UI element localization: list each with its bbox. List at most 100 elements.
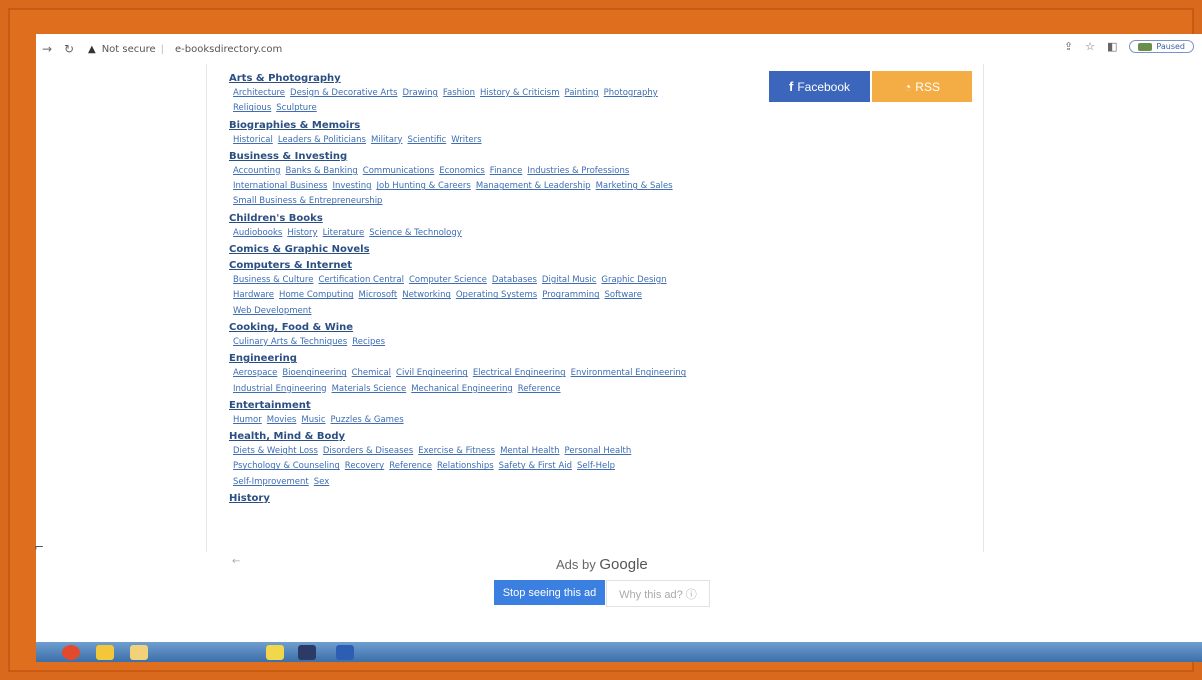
facebook-button[interactable]: f Facebook bbox=[769, 71, 870, 102]
star-taskbar-icon[interactable] bbox=[266, 645, 284, 660]
subcategory-link[interactable]: Software bbox=[604, 290, 641, 300]
ad-back-icon[interactable]: ← bbox=[232, 556, 240, 567]
category-title-link[interactable]: Arts & Photography bbox=[229, 72, 749, 86]
subcategory-link[interactable]: International Business bbox=[233, 181, 327, 191]
subcategory-link[interactable]: Microsoft bbox=[359, 290, 398, 300]
category-title-link[interactable]: Cooking, Food & Wine bbox=[229, 321, 749, 335]
subcategory-link[interactable]: Business & Culture bbox=[233, 275, 313, 285]
category-title-link[interactable]: Health, Mind & Body bbox=[229, 430, 749, 444]
folder-taskbar-icon[interactable] bbox=[130, 645, 148, 660]
subcategory-link[interactable]: Disorders & Diseases bbox=[323, 446, 413, 456]
chrome-taskbar-icon[interactable] bbox=[62, 645, 80, 660]
subcategory-link[interactable]: Environmental Engineering bbox=[571, 368, 687, 378]
subcategory-link[interactable]: Industrial Engineering bbox=[233, 384, 327, 394]
subcategory-link[interactable]: Certification Central bbox=[318, 275, 404, 285]
subcategory-link[interactable]: Industries & Professions bbox=[527, 166, 629, 176]
subcategory-link[interactable]: Culinary Arts & Techniques bbox=[233, 337, 347, 347]
subcategory-link[interactable]: Writers bbox=[451, 135, 481, 145]
subcategory-link[interactable]: Materials Science bbox=[332, 384, 407, 394]
subcategory-link[interactable]: Audiobooks bbox=[233, 228, 282, 238]
rss-button[interactable]: ◔ RSS bbox=[872, 71, 972, 102]
subcategory-link[interactable]: Databases bbox=[492, 275, 537, 285]
category-title-link[interactable]: Comics & Graphic Novels bbox=[229, 243, 749, 257]
subcategory-link[interactable]: Finance bbox=[490, 166, 523, 176]
share-icon[interactable]: ⇪ bbox=[1064, 40, 1073, 53]
subcategory-link[interactable]: Recovery bbox=[345, 461, 384, 471]
subcategory-link[interactable]: Safety & First Aid bbox=[499, 461, 572, 471]
forward-icon[interactable]: → bbox=[36, 42, 58, 56]
category-title-link[interactable]: Biographies & Memoirs bbox=[229, 119, 749, 133]
subcategory-link[interactable]: Movies bbox=[267, 415, 297, 425]
subcategory-link[interactable]: Exercise & Fitness bbox=[418, 446, 495, 456]
warning-icon[interactable]: ▲ bbox=[88, 44, 96, 55]
subcategory-link[interactable]: Chemical bbox=[352, 368, 391, 378]
subcategory-link[interactable]: Communications bbox=[363, 166, 434, 176]
subcategory-link[interactable]: Painting bbox=[564, 88, 598, 98]
subcategory-link[interactable]: Economics bbox=[439, 166, 485, 176]
category-title-link[interactable]: Computers & Internet bbox=[229, 259, 749, 273]
subcategory-link[interactable]: Religious bbox=[233, 103, 271, 113]
subcategory-link[interactable]: Photography bbox=[604, 88, 658, 98]
subcategory-link[interactable]: Hardware bbox=[233, 290, 274, 300]
subcategory-link[interactable]: Management & Leadership bbox=[476, 181, 591, 191]
subcategory-link[interactable]: Investing bbox=[332, 181, 371, 191]
subcategory-link[interactable]: Architecture bbox=[233, 88, 285, 98]
subcategory-link[interactable]: Leaders & Politicians bbox=[278, 135, 366, 145]
subcategory-link[interactable]: Sculpture bbox=[276, 103, 316, 113]
subcategory-link[interactable]: Psychology & Counseling bbox=[233, 461, 340, 471]
subcategory-link[interactable]: Self-Improvement bbox=[233, 477, 309, 487]
subcategory-link[interactable]: Marketing & Sales bbox=[596, 181, 673, 191]
category-title-link[interactable]: Entertainment bbox=[229, 399, 749, 413]
subcategory-link[interactable]: Diets & Weight Loss bbox=[233, 446, 318, 456]
app-taskbar-icon[interactable] bbox=[96, 645, 114, 660]
subcategory-link[interactable]: Aerospace bbox=[233, 368, 277, 378]
category-title-link[interactable]: Business & Investing bbox=[229, 150, 749, 164]
category-title-link[interactable]: History bbox=[229, 492, 749, 506]
subcategory-link[interactable]: Home Computing bbox=[279, 290, 353, 300]
subcategory-link[interactable]: Military bbox=[371, 135, 403, 145]
subcategory-link[interactable]: Self-Help bbox=[577, 461, 615, 471]
subcategory-link[interactable]: Fashion bbox=[443, 88, 475, 98]
subcategory-link[interactable]: Mechanical Engineering bbox=[411, 384, 513, 394]
category-title-link[interactable]: Engineering bbox=[229, 352, 749, 366]
security-label[interactable]: Not secure bbox=[102, 44, 156, 55]
subcategory-link[interactable]: Reference bbox=[389, 461, 432, 471]
subcategory-link[interactable]: History & Criticism bbox=[480, 88, 560, 98]
subcategory-link[interactable]: Operating Systems bbox=[456, 290, 537, 300]
subcategory-link[interactable]: Web Development bbox=[233, 306, 311, 316]
subcategory-link[interactable]: Historical bbox=[233, 135, 273, 145]
subcategory-link[interactable]: Science & Technology bbox=[369, 228, 462, 238]
subcategory-link[interactable]: Computer Science bbox=[409, 275, 487, 285]
category-title-link[interactable]: Children's Books bbox=[229, 212, 749, 226]
subcategory-link[interactable]: Programming bbox=[542, 290, 599, 300]
subcategory-link[interactable]: Music bbox=[301, 415, 325, 425]
stop-seeing-ad-button[interactable]: Stop seeing this ad bbox=[494, 580, 605, 605]
subcategory-link[interactable]: History bbox=[287, 228, 317, 238]
subcategory-link[interactable]: Bioengineering bbox=[282, 368, 346, 378]
window-taskbar-icon[interactable] bbox=[298, 645, 316, 660]
address-bar[interactable]: e-booksdirectory.com bbox=[175, 44, 282, 55]
subcategory-link[interactable]: Digital Music bbox=[542, 275, 596, 285]
subcategory-link[interactable]: Accounting bbox=[233, 166, 280, 176]
subcategory-link[interactable]: Mental Health bbox=[500, 446, 559, 456]
subcategory-link[interactable]: Puzzles & Games bbox=[331, 415, 404, 425]
subcategory-link[interactable]: Networking bbox=[402, 290, 451, 300]
subcategory-link[interactable]: Sex bbox=[314, 477, 330, 487]
subcategory-link[interactable]: Small Business & Entrepreneurship bbox=[233, 196, 382, 206]
subcategory-link[interactable]: Reference bbox=[518, 384, 561, 394]
subcategory-link[interactable]: Design & Decorative Arts bbox=[290, 88, 397, 98]
bookmark-star-icon[interactable]: ☆ bbox=[1085, 40, 1095, 53]
subcategory-link[interactable]: Recipes bbox=[352, 337, 385, 347]
subcategory-link[interactable]: Drawing bbox=[403, 88, 438, 98]
subcategory-link[interactable]: Graphic Design bbox=[601, 275, 666, 285]
subcategory-link[interactable]: Personal Health bbox=[565, 446, 632, 456]
subcategory-link[interactable]: Civil Engineering bbox=[396, 368, 468, 378]
why-this-ad-button[interactable]: Why this ad? ⓘ bbox=[606, 580, 710, 607]
subcategory-link[interactable]: Literature bbox=[323, 228, 365, 238]
subcategory-link[interactable]: Humor bbox=[233, 415, 262, 425]
word-taskbar-icon[interactable] bbox=[336, 645, 354, 660]
reload-icon[interactable]: ↻ bbox=[58, 42, 80, 56]
subcategory-link[interactable]: Job Hunting & Careers bbox=[377, 181, 471, 191]
side-panel-icon[interactable]: ◧ bbox=[1107, 40, 1117, 53]
subcategory-link[interactable]: Relationships bbox=[437, 461, 494, 471]
